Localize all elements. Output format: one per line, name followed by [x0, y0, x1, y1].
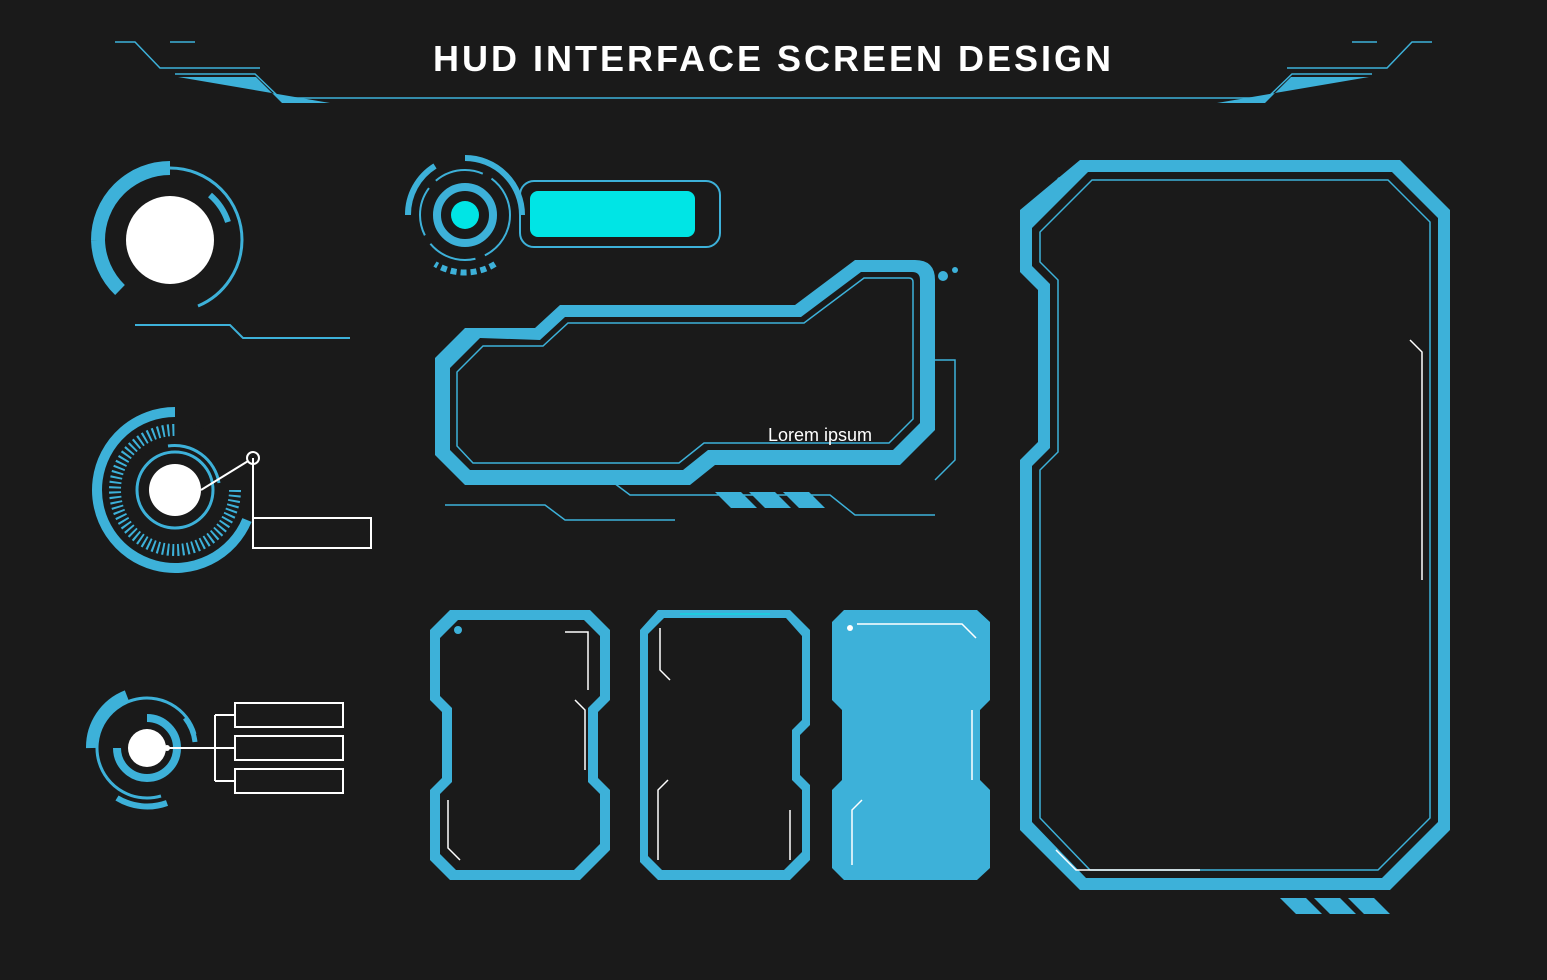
panel-wide — [415, 260, 975, 570]
panel-small-3 — [832, 610, 992, 880]
header-decoration — [0, 0, 1547, 120]
panel-small-2 — [640, 610, 815, 880]
circular-gauge-2 — [75, 390, 385, 600]
panel-wide-label: Lorem ipsum — [768, 425, 872, 446]
panel-large — [1020, 160, 1460, 920]
panel-small-1 — [430, 610, 620, 880]
circular-gauge-1 — [75, 150, 355, 350]
circular-gauge-3 — [75, 660, 365, 830]
